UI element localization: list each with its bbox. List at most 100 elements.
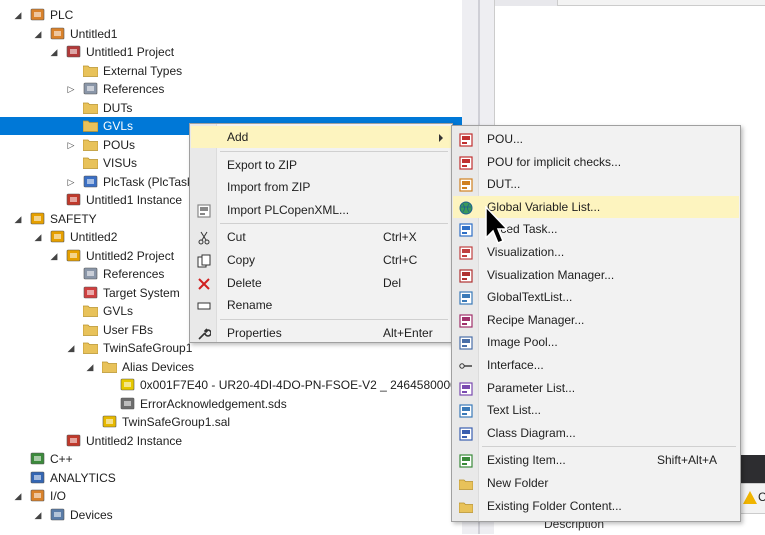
context-menu-label: Properties (227, 325, 282, 340)
context-menu-item[interactable]: Delete Del (191, 272, 451, 294)
tree-item[interactable]: ◢ Untitled1 (0, 25, 462, 43)
context-menu-label: Rename (227, 298, 273, 313)
collapse-arrow-icon[interactable]: ◢ (32, 228, 44, 246)
tree-item[interactable]: DUTs (0, 99, 462, 117)
warning-icon (743, 491, 757, 504)
devices-icon (50, 508, 65, 521)
add-submenu-label: Interface... (487, 358, 544, 372)
context-menu-item[interactable]: Cut Ctrl+X (191, 226, 451, 248)
folder-icon (458, 499, 474, 513)
recipe-icon (459, 313, 473, 328)
analytics-icon (30, 471, 45, 484)
tree-item-label: C++ (50, 452, 73, 466)
collapse-arrow-icon[interactable]: ◢ (84, 358, 96, 376)
collapse-arrow-icon[interactable]: ◢ (48, 247, 60, 265)
context-menu-item[interactable]: Import from ZIP (191, 176, 451, 198)
tree-item[interactable]: C++ (0, 450, 462, 468)
text-list-icon (459, 290, 473, 305)
add-submenu-item[interactable]: Text List... (453, 399, 739, 421)
tree-item[interactable]: ANALYTICS (0, 469, 462, 487)
add-submenu-item[interactable]: Class Diagram... (453, 422, 739, 444)
mouse-cursor-icon (485, 206, 509, 244)
folder-open-icon (101, 360, 118, 373)
parameter-list-icon (459, 381, 473, 396)
add-submenu-item[interactable]: Interface... (453, 354, 739, 376)
tree-item-label: External Types (103, 63, 183, 78)
add-submenu-label: Existing Item... (487, 453, 566, 468)
collapse-arrow-icon[interactable]: ◢ (12, 210, 24, 228)
target-system-icon (83, 286, 98, 299)
add-submenu-item[interactable]: Parameter List... (453, 377, 739, 399)
instance-icon (66, 434, 81, 447)
tree-item-label: Alias Devices (122, 359, 195, 374)
visualization-manager-icon (459, 268, 473, 283)
collapse-arrow-icon[interactable]: ◢ (12, 487, 24, 505)
expand-arrow-icon[interactable]: ▷ (65, 136, 77, 154)
add-submenu-item[interactable]: Existing Folder Content... (453, 495, 739, 517)
referenced-task-icon (459, 222, 473, 237)
context-menu-item[interactable]: Add (191, 126, 451, 148)
tree-item-label: Untitled1 (70, 26, 118, 41)
tree-item[interactable]: ◢ Alias Devices (0, 358, 462, 376)
folder-icon (82, 64, 99, 77)
tree-item[interactable]: ◢ PLC (0, 6, 462, 24)
folder-icon (82, 138, 99, 151)
expand-arrow-icon[interactable]: ▷ (65, 80, 77, 98)
tree-item[interactable]: ◢ Devices (0, 506, 462, 524)
context-menu-label: Copy (227, 253, 256, 267)
context-menu-item[interactable]: Export to ZIP (191, 154, 451, 176)
tree-item[interactable]: 0x001F7E40 - UR20-4DI-4DO-PN-FSOE-V2 _ 2… (0, 376, 462, 394)
tree-item[interactable]: ErrorAcknowledgement.sds (0, 395, 462, 413)
tree-item-label: TwinSafeGroup1.sal (122, 415, 231, 429)
tree-item-label: Untitled2 (70, 230, 118, 244)
text-list-icon (459, 403, 473, 418)
add-submenu-label: Existing Folder Content... (487, 498, 622, 513)
collapse-arrow-icon[interactable]: ◢ (12, 6, 24, 24)
context-menu-item[interactable]: Import PLCopenXML... (191, 199, 451, 221)
tree-item-label: Untitled2 Instance (86, 433, 183, 448)
context-menu-item[interactable]: Properties Alt+Enter (191, 322, 451, 344)
add-submenu-item[interactable]: New Folder (453, 472, 739, 494)
expand-arrow-icon[interactable]: ▷ (65, 173, 77, 191)
tree-item-label: Untitled2 Project (86, 248, 175, 263)
tree-item-label: I/O (50, 489, 67, 503)
warning-entry[interactable]: C (738, 483, 765, 514)
properties-field[interactable] (557, 0, 765, 6)
add-submenu-item[interactable]: GlobalTextList... (453, 286, 739, 308)
add-submenu: POU... POU for implicit checks... DUT... Gl… (451, 125, 741, 522)
collapse-arrow-icon[interactable]: ◢ (65, 339, 77, 357)
shortcut-label: Alt+Enter (383, 325, 433, 340)
add-submenu-item[interactable]: Recipe Manager... (453, 309, 739, 331)
add-submenu-label: GlobalTextList... (487, 290, 573, 305)
add-submenu-item[interactable]: Image Pool... (453, 331, 739, 353)
tree-item[interactable]: ◢ I/O (0, 487, 462, 505)
copy-icon (197, 253, 211, 268)
add-submenu-item[interactable]: Visualization Manager... (453, 264, 739, 286)
add-submenu-item[interactable]: Existing Item... Shift+Alt+A (453, 449, 739, 471)
collapse-arrow-icon[interactable]: ◢ (32, 506, 44, 524)
collapse-arrow-icon[interactable]: ◢ (32, 25, 44, 43)
context-menu-item[interactable]: Copy Ctrl+C (191, 249, 451, 271)
add-submenu-item[interactable]: POU... (453, 128, 739, 150)
tree-item[interactable]: Untitled2 Instance (0, 432, 462, 450)
context-menu-item[interactable]: Rename (191, 294, 451, 316)
context-menu-label: Import PLCopenXML... (227, 202, 350, 217)
collapse-arrow-icon[interactable]: ◢ (48, 43, 60, 61)
tree-item[interactable]: ▷ References (0, 80, 462, 98)
references-icon (83, 267, 98, 280)
add-submenu-item[interactable]: POU for implicit checks... (453, 151, 739, 173)
add-submenu-item[interactable]: DUT... (453, 173, 739, 195)
folder-icon (82, 341, 99, 354)
add-submenu-label: Image Pool... (487, 335, 558, 350)
delete-icon (197, 276, 211, 290)
tree-item-label: References (103, 82, 165, 96)
tree-item-label: Target System (103, 285, 180, 300)
io-icon (30, 489, 45, 502)
context-menu-label: Cut (227, 230, 246, 245)
tree-item[interactable]: External Types (0, 62, 462, 80)
tree-item-label: 0x001F7E40 - UR20-4DI-4DO-PN-FSOE-V2 _ 2… (140, 378, 457, 392)
tree-item[interactable]: TwinSafeGroup1.sal (0, 413, 462, 431)
tree-item-label: References (103, 267, 165, 281)
image-pool-icon (459, 335, 473, 350)
tree-item[interactable]: ◢ Untitled1 Project (0, 43, 462, 61)
